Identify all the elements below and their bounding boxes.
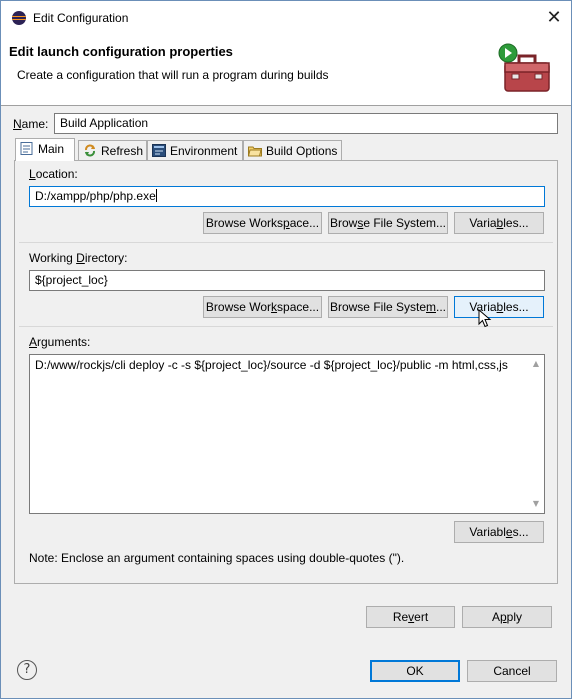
scroll-down-icon[interactable]: ▼ bbox=[532, 500, 540, 508]
location-label: Location: bbox=[29, 167, 78, 181]
revert-button[interactable]: Revert bbox=[366, 606, 455, 628]
working-directory-field[interactable]: ${project_loc} bbox=[29, 270, 545, 291]
location-browse-workspace-button[interactable]: Browse Workspace... bbox=[203, 212, 322, 234]
location-field[interactable]: D:/xampp/php/php.exe bbox=[29, 186, 545, 207]
dialog-header: Edit launch configuration properties Cre… bbox=[1, 35, 571, 105]
name-label: Name: bbox=[13, 117, 49, 131]
group-separator bbox=[19, 326, 553, 327]
build-options-icon bbox=[248, 146, 262, 157]
working-directory-variables-button[interactable]: Variables... bbox=[454, 296, 544, 318]
tab-refresh[interactable]: Refresh bbox=[78, 140, 147, 160]
arguments-text: D:/www/rockjs/cli deploy -c -s ${project… bbox=[35, 358, 508, 372]
configuration-name-field[interactable]: Build Application bbox=[54, 113, 558, 134]
cancel-button[interactable]: Cancel bbox=[467, 660, 557, 682]
help-icon[interactable]: ? bbox=[17, 660, 37, 680]
working-directory-browse-workspace-button[interactable]: Browse Workspace... bbox=[203, 296, 322, 318]
tab-environment-label: Environment bbox=[170, 144, 238, 158]
arguments-variables-button[interactable]: Variables... bbox=[454, 521, 544, 543]
main-tab-panel: Location: D:/xampp/php/php.exe Browse Wo… bbox=[14, 160, 558, 584]
tab-environment[interactable]: Environment bbox=[147, 140, 243, 160]
tab-build-options[interactable]: Build Options bbox=[243, 140, 342, 160]
location-browse-file-system-button[interactable]: Browse File System... bbox=[328, 212, 448, 234]
ok-button[interactable]: OK bbox=[370, 660, 460, 682]
title-bar[interactable]: Edit Configuration ✕ bbox=[1, 1, 571, 35]
tab-build-options-label: Build Options bbox=[266, 144, 338, 158]
arguments-note: Note: Enclose an argument containing spa… bbox=[29, 551, 405, 565]
text-caret bbox=[155, 189, 157, 202]
working-directory-label: Working Directory: bbox=[29, 251, 128, 265]
window-title: Edit Configuration bbox=[33, 11, 129, 25]
header-title: Edit launch configuration properties bbox=[9, 44, 233, 59]
tab-main[interactable]: Main bbox=[15, 138, 75, 161]
refresh-icon bbox=[85, 144, 95, 157]
header-separator bbox=[1, 105, 571, 106]
arguments-textarea[interactable]: D:/www/rockjs/cli deploy -c -s ${project… bbox=[29, 354, 545, 514]
mouse-pointer-icon bbox=[478, 309, 492, 328]
location-variables-button[interactable]: Variables... bbox=[454, 212, 544, 234]
edit-configuration-dialog: Edit Configuration ✕ Edit launch configu… bbox=[0, 0, 572, 699]
scroll-up-icon[interactable]: ▲ bbox=[532, 360, 540, 368]
apply-button[interactable]: Apply bbox=[462, 606, 552, 628]
eclipse-app-icon bbox=[12, 11, 26, 25]
environment-icon bbox=[152, 144, 166, 157]
arguments-label: Arguments: bbox=[29, 335, 91, 349]
toolbox-run-icon bbox=[498, 43, 550, 92]
arguments-scrollbar[interactable]: ▲ ▼ bbox=[528, 355, 544, 513]
close-icon[interactable]: ✕ bbox=[541, 5, 567, 31]
main-tab-icon bbox=[20, 142, 33, 155]
group-separator bbox=[19, 242, 553, 243]
header-description: Create a configuration that will run a p… bbox=[17, 68, 329, 82]
tab-refresh-label: Refresh bbox=[101, 144, 144, 158]
working-directory-browse-file-system-button[interactable]: Browse File System... bbox=[328, 296, 448, 318]
tab-main-label: Main bbox=[38, 142, 65, 156]
